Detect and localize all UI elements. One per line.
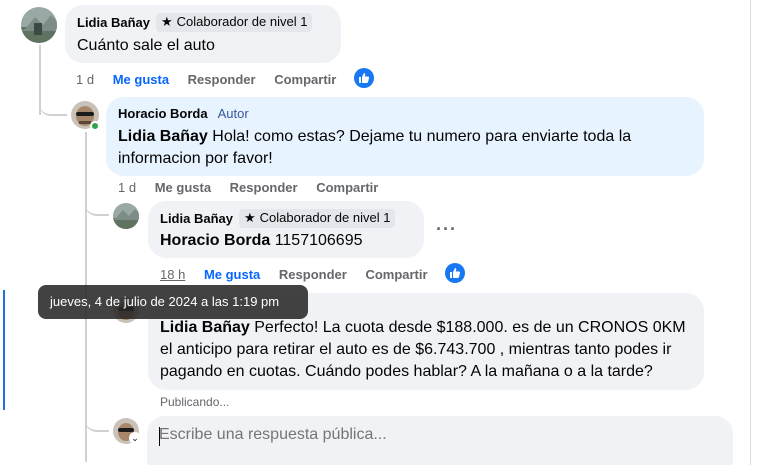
author-tag: Autor (217, 106, 249, 121)
comment-text: Lidia Bañay Perfecto! La cuota desde $18… (160, 317, 692, 383)
reply-input[interactable] (159, 426, 659, 444)
like-button[interactable]: Me gusta (113, 72, 169, 87)
comment-text-line: el anticipo para retirar el auto es de $… (160, 341, 672, 358)
focus-indicator-line (3, 290, 5, 410)
comment-time[interactable]: 18 h (160, 267, 185, 282)
comment-time[interactable]: 1 d (118, 180, 136, 195)
comment-bubble-2: Horacio Borda Autor Lidia Bañay Hola! com… (106, 97, 704, 176)
share-button[interactable]: Compartir (365, 267, 427, 282)
comment-text-line: Perfecto! La cuota desde $188.000. es de… (249, 319, 686, 336)
online-dot-icon (90, 121, 100, 131)
comment-text-line: 1157106695 (270, 232, 363, 249)
timestamp-tooltip: jueves, 4 de julio de 2024 a las 1:19 pm (38, 285, 308, 319)
star-icon: ★ (160, 14, 173, 29)
like-button[interactable]: Me gusta (204, 267, 260, 282)
badge-label: Colaborador de nivel 1 (176, 14, 308, 29)
comment-author[interactable]: Lidia Bañay (77, 15, 150, 30)
comment-text: Lidia Bañay Hola! como estas? Dejame tu … (118, 126, 692, 170)
comment-text-line: pagando en cuotas. Cuándo podes hablar? … (160, 363, 653, 380)
thread-curve-1 (39, 96, 67, 116)
account-switch-chevron-icon[interactable]: ⌄ (129, 432, 141, 444)
avatar-lidia[interactable] (21, 7, 57, 43)
comment-text: Horacio Borda 1157106695 (160, 230, 412, 252)
share-button[interactable]: Compartir (316, 180, 378, 195)
thread-curve-3 (85, 412, 109, 432)
mention-link[interactable]: Lidia Bañay (160, 319, 250, 336)
reply-button[interactable]: Responder (230, 180, 298, 195)
reply-composer (147, 416, 733, 465)
mention-link[interactable]: Horacio Borda (160, 232, 270, 249)
mention-link[interactable]: Lidia Bañay (118, 128, 208, 145)
comment-text-line: informacion por favor! (118, 150, 273, 167)
avatar-lidia[interactable] (113, 203, 139, 229)
like-thumb-icon[interactable] (445, 263, 465, 283)
comment-bubble-3: Lidia Bañay ★ Colaborador de nivel 1 Horac… (148, 201, 424, 258)
contributor-badge[interactable]: ★ Colaborador de nivel 1 (155, 13, 313, 32)
comment-actions-2: 1 d Me gusta Responder Compartir (118, 180, 393, 195)
comment-text: Cuánto sale el auto (77, 37, 215, 54)
comment-time[interactable]: 1 d (76, 72, 94, 87)
reply-button[interactable]: Responder (279, 267, 347, 282)
share-button[interactable]: Compartir (274, 72, 336, 87)
reply-button[interactable]: Responder (188, 72, 256, 87)
comment-text-line: Hola! como estas? Dejame tu numero para … (207, 128, 632, 145)
like-thumb-icon[interactable] (354, 68, 374, 88)
more-options-icon[interactable]: ··· (436, 219, 457, 240)
publishing-status: Publicando... (160, 395, 230, 409)
thread-curve-2 (85, 196, 109, 216)
comment-author[interactable]: Horacio Borda (118, 106, 208, 121)
contributor-badge[interactable]: ★ Colaborador de nivel 1 (238, 209, 396, 228)
comment-actions-1: 1 d Me gusta Responder Compartir (76, 72, 351, 87)
star-icon: ★ (243, 210, 256, 225)
text-caret (159, 427, 160, 446)
badge-label: Colaborador de nivel 1 (259, 210, 391, 225)
comment-author[interactable]: Lidia Bañay (160, 211, 233, 226)
comment-actions-3: 18 h Me gusta Responder Compartir (160, 267, 443, 282)
like-button[interactable]: Me gusta (155, 180, 211, 195)
panel-border (750, 0, 751, 465)
comment-bubble-1: Lidia Bañay ★ Colaborador de nivel 1 Cuánt… (65, 5, 341, 63)
